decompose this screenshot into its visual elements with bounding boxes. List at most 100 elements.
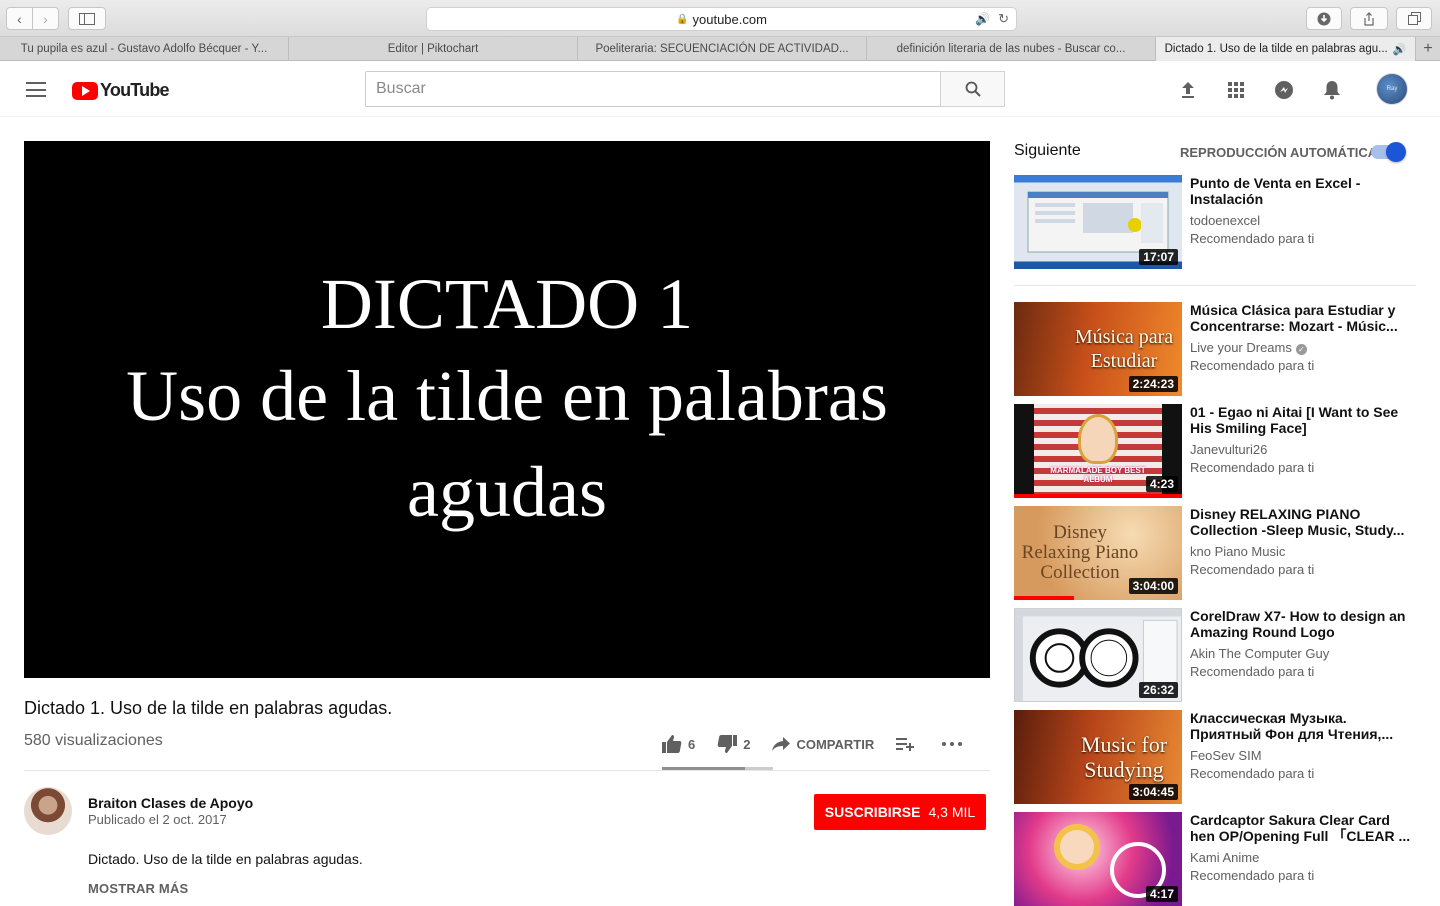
- video-thumbnail[interactable]: Music for Studying 3:04:45: [1014, 710, 1182, 804]
- publish-date: Publicado el 2 oct. 2017: [88, 812, 227, 827]
- share-button[interactable]: [1350, 7, 1388, 30]
- recommended-video[interactable]: Disney Relaxing Piano Collection 3:04:00…: [1014, 506, 1416, 600]
- video-title[interactable]: Punto de Venta en Excel - Instalación: [1190, 175, 1412, 207]
- video-actions: 6 2 COMPARTIR: [662, 730, 990, 758]
- tab-label: definición literaria de las nubes - Busc…: [896, 43, 1126, 55]
- recommendation-label: Recomendado para ti: [1190, 868, 1315, 883]
- browser-tab[interactable]: Poeliteraria: SECUENCIACIÓN DE ACTIVIDAD…: [578, 37, 867, 61]
- tab-label: Tu pupila es azul - Gustavo Adolfo Bécqu…: [20, 43, 268, 55]
- new-tab-button[interactable]: +: [1416, 37, 1440, 60]
- recommended-video[interactable]: 17:07 Punto de Venta en Excel - Instalac…: [1014, 175, 1416, 269]
- video-title[interactable]: Música Clásica para Estudiar y Concentra…: [1190, 302, 1412, 334]
- video-duration: 17:07: [1139, 249, 1178, 265]
- back-icon[interactable]: ‹: [7, 8, 32, 29]
- video-duration: 26:32: [1139, 682, 1178, 698]
- reload-icon[interactable]: ↻: [998, 11, 1009, 27]
- dislike-count: 2: [743, 736, 751, 752]
- search-placeholder: Buscar: [376, 80, 426, 97]
- address-bar[interactable]: 🔒 youtube.com 🔊 ↻: [426, 7, 1017, 31]
- recommended-video[interactable]: Music for Studying 3:04:45 Классическая …: [1014, 710, 1416, 804]
- video-thumbnail[interactable]: Música para Estudiar 2:24:23: [1014, 302, 1182, 396]
- video-thumbnail[interactable]: 4:17: [1014, 812, 1182, 906]
- like-button[interactable]: 6: [662, 735, 695, 753]
- search-button[interactable]: [940, 71, 1005, 107]
- video-thumbnail[interactable]: 26:32: [1014, 608, 1182, 702]
- browser-tab[interactable]: Editor | Piktochart: [289, 37, 578, 61]
- apps-grid-icon[interactable]: [1225, 79, 1247, 101]
- more-actions-button[interactable]: [942, 742, 968, 746]
- divider: [1014, 285, 1416, 286]
- video-title[interactable]: Классическая Музыка. Приятный Фон для Чт…: [1190, 710, 1412, 742]
- upload-icon[interactable]: [1177, 79, 1199, 101]
- sentiment-bar: [662, 767, 773, 770]
- channel-name[interactable]: Janevulturi26: [1190, 442, 1267, 457]
- channel-name[interactable]: todoenexcel: [1190, 213, 1260, 228]
- lock-icon: 🔒: [676, 13, 689, 25]
- share-icon: [1364, 11, 1374, 26]
- notifications-bell-icon[interactable]: [1321, 79, 1343, 101]
- channel-name[interactable]: Akin The Computer Guy: [1190, 646, 1329, 661]
- audio-playing-icon[interactable]: 🔊: [1393, 43, 1407, 56]
- thumbnail-text: Disney Relaxing Piano Collection: [1021, 522, 1139, 583]
- tab-label: Editor | Piktochart: [387, 43, 479, 55]
- share-label: COMPARTIR: [796, 736, 875, 752]
- browser-tab-active[interactable]: Dictado 1. Uso de la tilde en palabras a…: [1156, 37, 1416, 61]
- video-duration: 3:04:45: [1128, 784, 1178, 800]
- forward-icon[interactable]: ›: [32, 8, 58, 29]
- channel-name[interactable]: Braiton Clases de Apoyo: [88, 795, 253, 811]
- messages-icon[interactable]: [1273, 79, 1295, 101]
- video-title[interactable]: Disney RELAXING PIANO Collection -Sleep …: [1190, 506, 1412, 538]
- video-player[interactable]: DICTADO 1 Uso de la tilde en palabras ag…: [24, 141, 990, 678]
- toggle-knob: [1386, 142, 1406, 162]
- avatar-text: Ray: [1386, 86, 1398, 92]
- channel-name[interactable]: Live your Dreams ✓: [1190, 340, 1307, 355]
- video-thumbnail[interactable]: Disney Relaxing Piano Collection 3:04:00: [1014, 506, 1182, 600]
- browser-tab[interactable]: Tu pupila es azul - Gustavo Adolfo Bécqu…: [0, 37, 289, 61]
- recommended-video[interactable]: 26:32 CorelDraw X7- How to design an Ama…: [1014, 608, 1416, 702]
- share-video-button[interactable]: COMPARTIR: [772, 737, 874, 752]
- recommendation-label: Recomendado para ti: [1190, 358, 1315, 373]
- divider: [24, 770, 990, 771]
- sidebar-toggle-button[interactable]: [68, 7, 106, 30]
- channel-name[interactable]: kno Piano Music: [1190, 544, 1285, 559]
- add-to-playlist-button[interactable]: [896, 737, 920, 751]
- tab-overview-button[interactable]: [1396, 7, 1432, 30]
- video-title[interactable]: Cardcaptor Sakura Clear Card hen OP/Open…: [1190, 812, 1412, 844]
- subscribe-button[interactable]: SUSCRIBIRSE 4,3 MIL: [814, 794, 986, 830]
- channel-name[interactable]: FeoSev SIM: [1190, 748, 1262, 763]
- downloads-button[interactable]: [1306, 7, 1342, 30]
- video-thumbnail[interactable]: MARMALADE BOY BEST ALBUM 4:23: [1014, 404, 1182, 498]
- tab-label: Poeliteraria: SECUENCIACIÓN DE ACTIVIDAD…: [595, 43, 849, 55]
- dislike-button[interactable]: 2: [717, 735, 750, 753]
- search-icon: [965, 81, 981, 97]
- like-count: 6: [688, 736, 696, 752]
- recommended-video[interactable]: MARMALADE BOY BEST ALBUM 4:23 01 - Egao …: [1014, 404, 1416, 498]
- subscriber-count: 4,3 MIL: [928, 804, 976, 820]
- tabs-icon: [1407, 12, 1421, 25]
- autoplay-toggle[interactable]: [1371, 142, 1406, 162]
- video-thumbnail[interactable]: 17:07: [1014, 175, 1182, 269]
- sidebar-icon: [79, 12, 95, 25]
- recommended-video[interactable]: 4:17 Cardcaptor Sakura Clear Card hen OP…: [1014, 812, 1416, 906]
- sentiment-bar-fill: [662, 767, 746, 770]
- video-frame-line1: DICTADO 1: [320, 263, 694, 344]
- video-title[interactable]: CorelDraw X7- How to design an Amazing R…: [1190, 608, 1412, 640]
- menu-icon[interactable]: [26, 82, 46, 97]
- video-duration: 2:24:23: [1128, 376, 1178, 392]
- search-input[interactable]: Buscar: [365, 71, 941, 107]
- channel-name[interactable]: Kami Anime: [1190, 850, 1259, 865]
- recommended-video[interactable]: Música para Estudiar 2:24:23 Música Clás…: [1014, 302, 1416, 396]
- subscribe-label: SUSCRIBIRSE: [824, 804, 921, 820]
- channel-avatar[interactable]: [24, 787, 72, 835]
- watch-progress-bar: [1014, 596, 1074, 600]
- show-more-button[interactable]: MOSTRAR MÁS: [88, 881, 188, 896]
- video-duration: 3:04:00: [1128, 578, 1178, 594]
- youtube-logo[interactable]: YouTube: [72, 80, 170, 101]
- channel-name-text: Live your Dreams: [1190, 340, 1292, 355]
- browser-tab[interactable]: definición literaria de las nubes - Busc…: [867, 37, 1156, 61]
- recommendation-label: Recomendado para ti: [1190, 664, 1315, 679]
- video-title[interactable]: 01 - Egao ni Aitai [I Want to See His Sm…: [1190, 404, 1412, 436]
- speaker-icon[interactable]: 🔊: [975, 12, 990, 26]
- video-description: Dictado. Uso de la tilde en palabras agu…: [88, 851, 363, 867]
- account-avatar[interactable]: Ray: [1376, 73, 1408, 105]
